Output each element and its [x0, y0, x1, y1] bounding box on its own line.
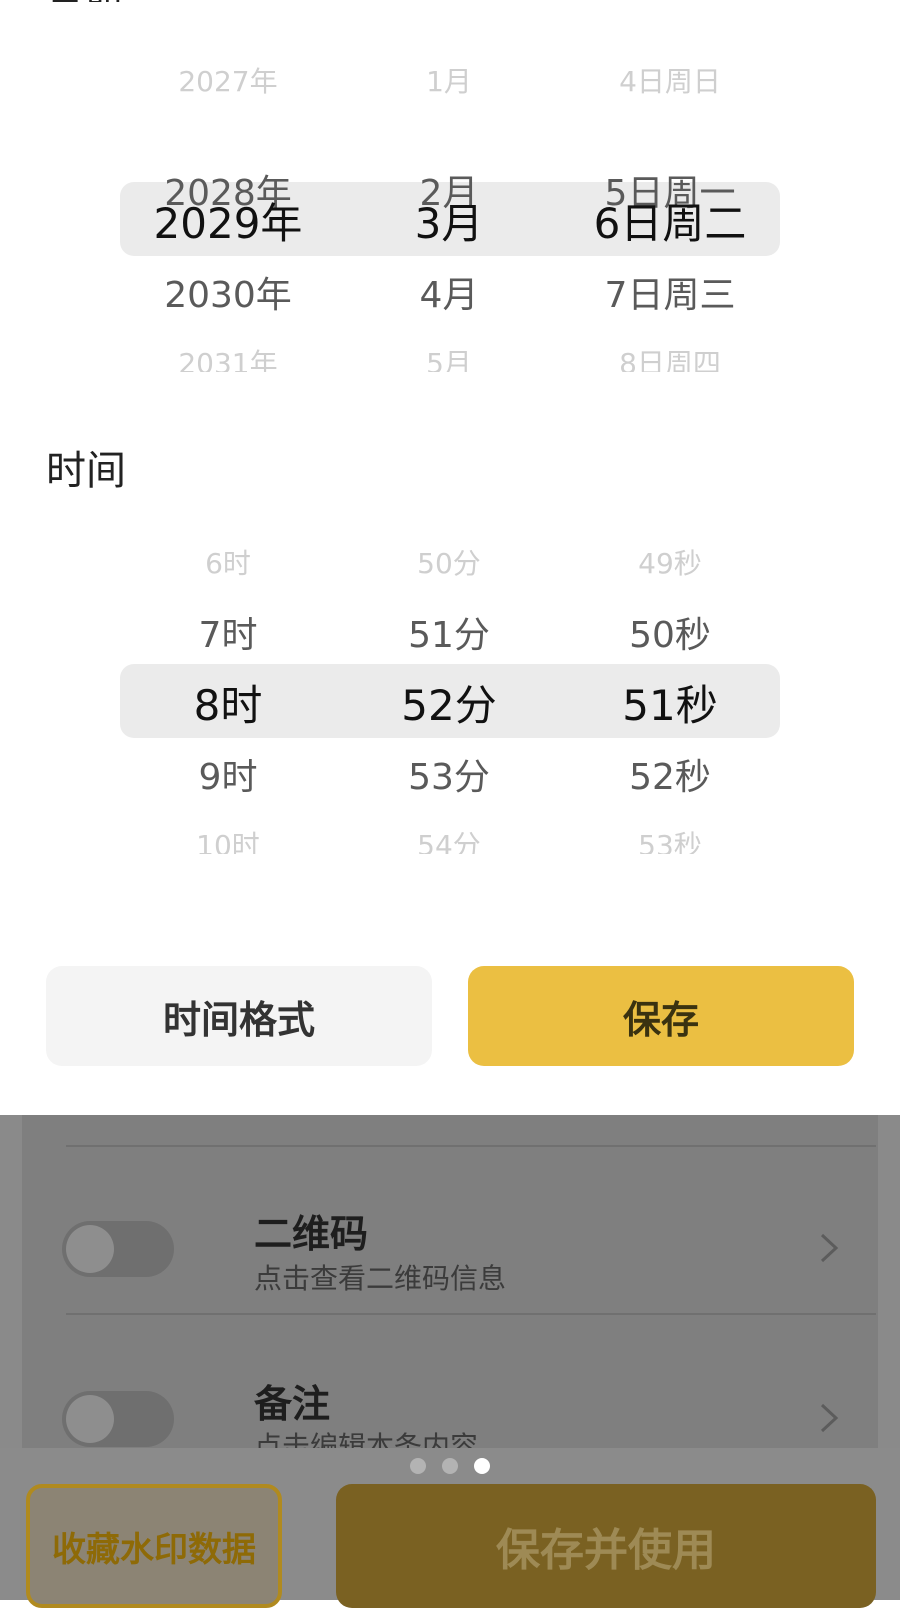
- pager-dot-active[interactable]: [474, 1458, 490, 1474]
- wheel-item[interactable]: 50秒: [540, 606, 800, 658]
- chevron-right-icon: [820, 1403, 839, 1433]
- pager-dots: [0, 1458, 900, 1474]
- list-item-title: 备注: [254, 1382, 331, 1426]
- toggle-knob: [66, 1395, 114, 1443]
- wheel-item-selected[interactable]: 6日周二: [540, 190, 800, 251]
- time-format-button[interactable]: 时间格式: [46, 966, 432, 1066]
- divider: [66, 1313, 876, 1315]
- day-wheel[interactable]: 4日周日 5日周一 6日周二 7日周三 8日周四: [540, 40, 800, 380]
- collect-watermark-button[interactable]: 收藏水印数据: [26, 1484, 282, 1608]
- wheel-item[interactable]: 7日周三: [540, 266, 800, 318]
- save-button[interactable]: 保存: [468, 966, 854, 1066]
- divider: [66, 1145, 876, 1147]
- qrcode-toggle[interactable]: [62, 1221, 174, 1277]
- pager-dot[interactable]: [410, 1458, 426, 1474]
- list-item-subtitle: 点击查看二维码信息: [254, 1262, 507, 1295]
- list-item-title: 二维码: [254, 1212, 369, 1256]
- datetime-picker-sheet: 日期 2027年 2028年 2029年 2030年 2031年 1月 2月 3…: [0, 0, 900, 1115]
- second-wheel[interactable]: 49秒 50秒 51秒 52秒 53秒: [540, 522, 800, 862]
- wheel-item[interactable]: 49秒: [540, 542, 800, 582]
- remark-toggle[interactable]: [62, 1391, 174, 1447]
- wheel-item[interactable]: 4日周日: [540, 60, 800, 100]
- save-and-use-button[interactable]: 保存并使用: [336, 1484, 876, 1608]
- date-section-title: 日期: [46, 0, 122, 2]
- wheel-item[interactable]: 53秒: [540, 824, 800, 854]
- chevron-right-icon: [820, 1233, 839, 1263]
- pager-dot[interactable]: [442, 1458, 458, 1474]
- time-section-title: 时间: [46, 448, 126, 494]
- list-item-qrcode[interactable]: 二维码 点击查看二维码信息: [0, 1155, 900, 1305]
- wheel-item-selected[interactable]: 51秒: [540, 672, 800, 733]
- toggle-knob: [66, 1225, 114, 1273]
- wheel-item[interactable]: 52秒: [540, 748, 800, 800]
- wheel-item[interactable]: 8日周四: [540, 342, 800, 372]
